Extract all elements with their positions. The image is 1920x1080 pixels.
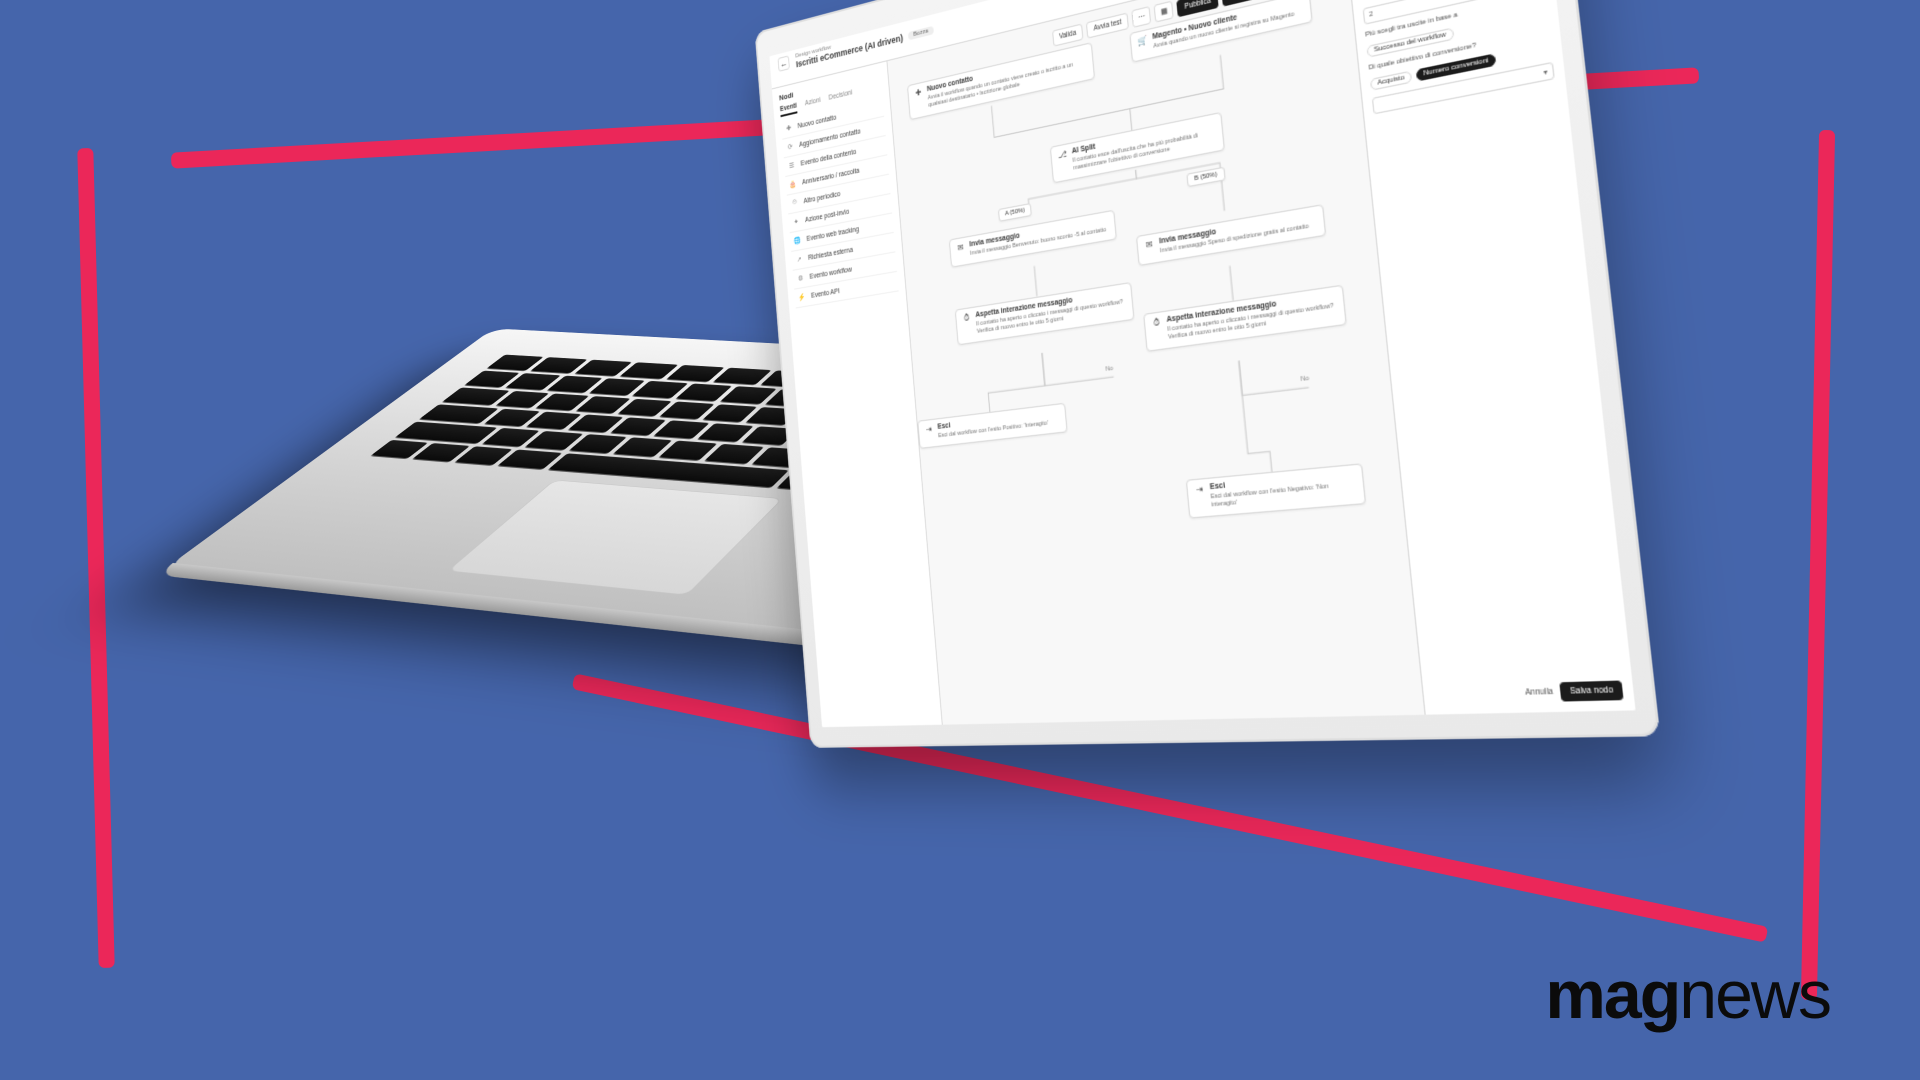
sidebar-item-icon: ⟳ (786, 142, 795, 152)
brand-logo: magnews (1545, 956, 1830, 1034)
mail-icon: ✉ (1144, 239, 1155, 251)
laptop-lid: ← Design workflow Iscritti eCommerce (AI… (755, 0, 1661, 748)
scribble-frame-right (1801, 130, 1835, 1000)
sidebar-item-icon: ☰ (787, 161, 796, 171)
laptop-screen: ← Design workflow Iscritti eCommerce (AI… (769, 0, 1635, 727)
tab-decisioni[interactable]: Decisioni (828, 89, 853, 106)
cart-icon: 🛒 (1137, 35, 1148, 47)
sidebar-item-label: Azione post-invio (805, 208, 850, 224)
back-button[interactable]: ← (778, 55, 790, 72)
salva-nodo-button[interactable]: Salva nodo (1560, 681, 1624, 702)
mail-icon: ✉ (956, 242, 966, 253)
sidebar-item-icon: ✚ (785, 123, 794, 133)
annulla-button[interactable]: Annulla (1525, 688, 1554, 698)
laptop-touchpad (447, 480, 783, 595)
sidebar-item-icon: ↗ (795, 255, 804, 264)
workflow-canvas[interactable]: Valida Avvia test ⋯ ▦ Pubblica Salva ↺ V… (887, 0, 1424, 725)
timer-icon: ⏱ (1151, 317, 1162, 330)
sidebar-item-icon: ✦ (792, 217, 801, 227)
sidebar-item-icon: ⚡ (798, 293, 807, 302)
laptop-mockup: ← Design workflow Iscritti eCommerce (AI… (301, 0, 1640, 1080)
key (396, 422, 497, 443)
edge-layer (887, 0, 1424, 725)
sidebar-item-label: Evento workflow (809, 266, 852, 280)
sidebar-item-label: Nuovo contatto (797, 114, 836, 130)
timer-icon: ⏱ (962, 313, 972, 325)
app-window: ← Design workflow Iscritti eCommerce (AI… (769, 0, 1635, 727)
plus-icon: ✚ (914, 87, 924, 98)
exit-icon: ⇥ (924, 424, 934, 434)
split-icon: ⎇ (1057, 149, 1068, 161)
scribble-frame-left (77, 148, 114, 968)
sidebar-item-label: Richiesta esterna (808, 246, 853, 261)
exit-icon: ⇥ (1194, 484, 1206, 495)
sidebar-item-icon: 🎂 (789, 180, 798, 190)
chip-acquisto[interactable]: Acquisto (1370, 71, 1412, 91)
sidebar-item-icon: ⏲ (790, 198, 799, 208)
sidebar-item-label: Altro periodico (803, 190, 840, 204)
sidebar-item-icon: ⚙ (796, 274, 805, 283)
sidebar-item-label: Evento API (811, 287, 840, 299)
sidebar-item-icon: 🌐 (793, 236, 802, 245)
tab-azioni[interactable]: Azioni (805, 97, 821, 112)
tab-eventi[interactable]: Eventi (780, 102, 798, 117)
